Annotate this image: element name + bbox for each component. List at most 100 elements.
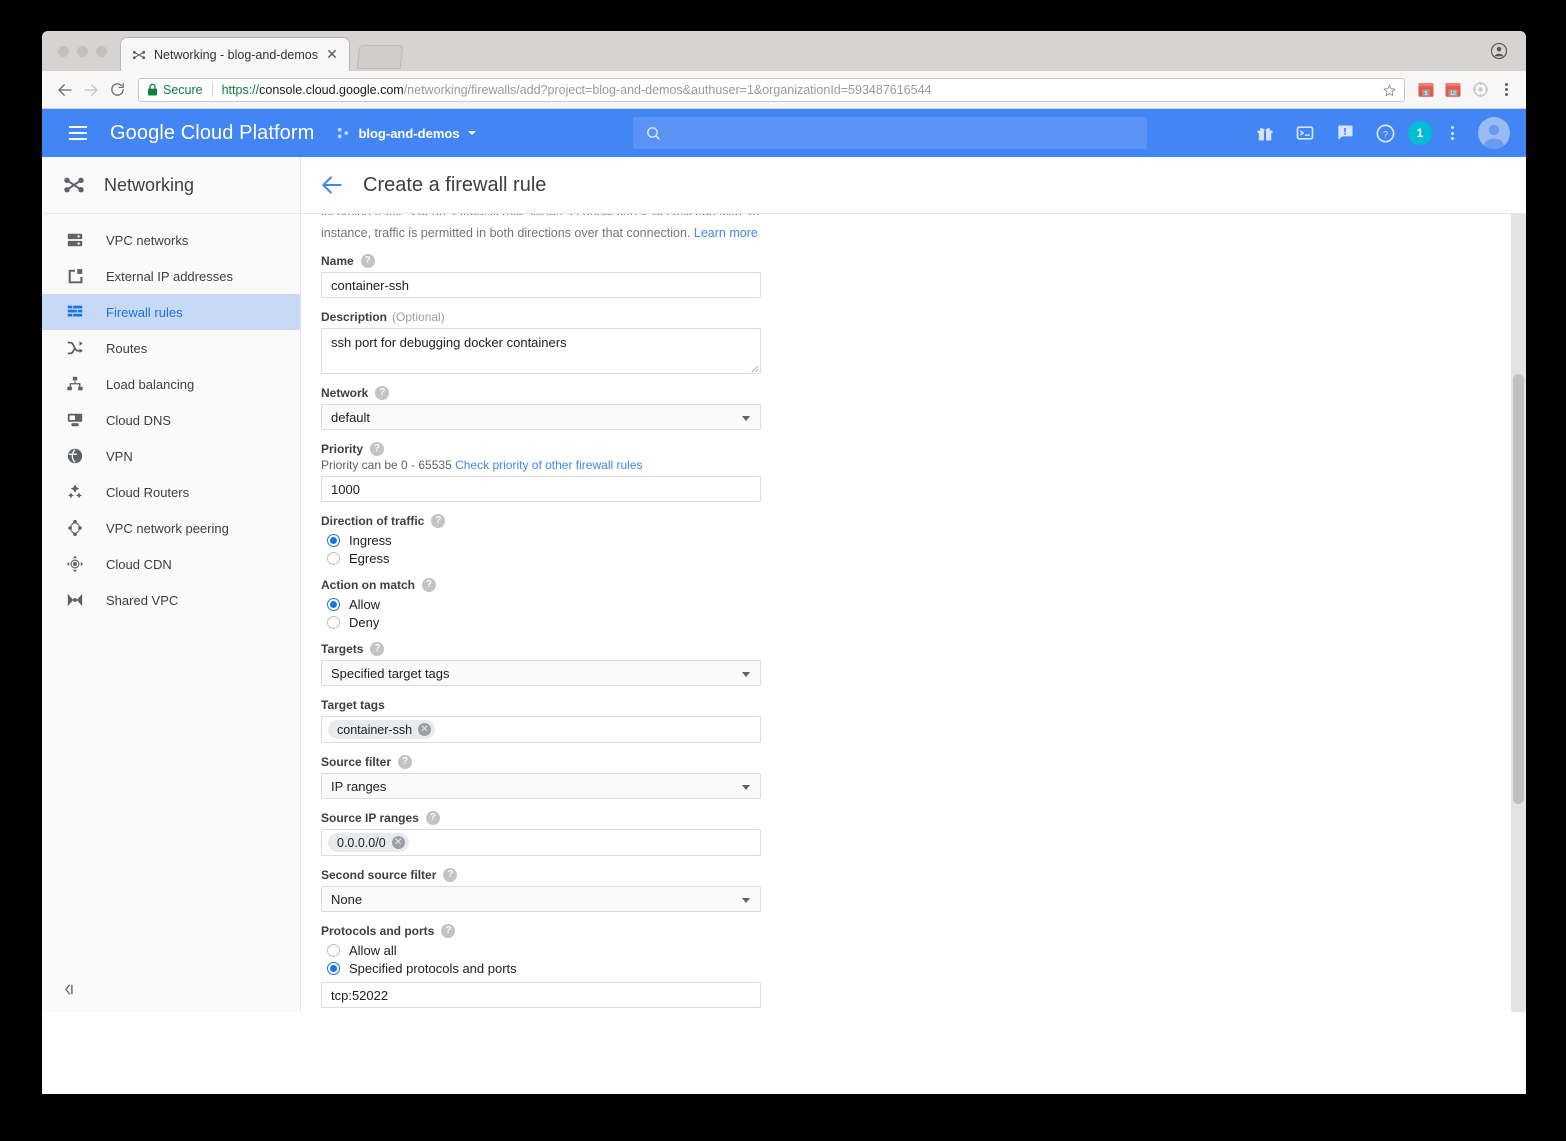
help-circle-icon[interactable]: ? — [360, 254, 375, 268]
radio-option-specified-protocols[interactable]: Specified protocols and ports — [321, 960, 1471, 976]
source-filter-selected-value: IP ranges — [331, 778, 387, 794]
lock-icon — [147, 83, 158, 96]
help-circle-icon[interactable]: ? — [425, 811, 440, 825]
sidebar-item-shared-vpc[interactable]: Shared VPC — [42, 582, 300, 618]
back-button[interactable] — [52, 77, 78, 103]
cloud-shell-icon[interactable] — [1288, 116, 1322, 150]
window-minimize-button[interactable] — [77, 46, 88, 57]
second-source-filter-selected-value: None — [331, 891, 363, 907]
reload-button[interactable] — [104, 77, 130, 103]
address-bar[interactable]: Secure https://console.cloud.google.com/… — [138, 77, 1405, 103]
field-targets: Targets ? Specified target tags — [321, 642, 1471, 686]
vertical-kebab-icon[interactable] — [1438, 126, 1466, 140]
calendar-extension-5-icon[interactable]: 5 — [1414, 78, 1438, 102]
second-source-filter-label: Second source filter — [321, 868, 437, 882]
networking-product-icon — [60, 171, 88, 199]
sidebar-item-vpn[interactable]: VPN — [42, 438, 300, 474]
check-priority-link[interactable]: Check priority of other firewall rules — [455, 458, 642, 472]
bookmark-star-icon[interactable] — [1382, 83, 1397, 103]
radio-option-deny[interactable]: Deny — [321, 614, 1471, 630]
help-circle-icon[interactable]: ? — [431, 514, 446, 528]
external-ip-icon — [64, 265, 86, 287]
back-arrow-icon[interactable] — [319, 172, 345, 198]
sidebar-item-firewall-rules[interactable]: Firewall rules — [42, 294, 300, 330]
chip-remove-icon[interactable]: ✕ — [391, 836, 405, 849]
gift-icon[interactable] — [1248, 116, 1282, 150]
source-filter-select[interactable]: IP ranges — [321, 773, 761, 799]
cloud-dns-icon — [64, 409, 86, 431]
calendar-extension-12-icon[interactable]: 12 — [1441, 78, 1465, 102]
vpn-icon — [64, 445, 86, 467]
radio-label: Specified protocols and ports — [349, 960, 517, 976]
description-input[interactable]: ssh port for debugging docker containers — [321, 328, 761, 374]
help-icon[interactable]: ? — [1368, 116, 1402, 150]
window-zoom-button[interactable] — [96, 46, 107, 57]
sidebar-item-cloud-cdn[interactable]: Cloud CDN — [42, 546, 300, 582]
user-avatar-icon[interactable] — [1478, 117, 1510, 149]
network-selected-value: default — [331, 409, 371, 425]
sidebar-item-vpc-networks[interactable]: VPC networks — [42, 222, 300, 258]
network-label: Network — [321, 386, 369, 400]
feedback-icon[interactable] — [1328, 116, 1362, 150]
help-circle-icon[interactable]: ? — [375, 386, 390, 400]
gcp-header-actions: ? 1 — [1248, 109, 1510, 157]
chip-remove-icon[interactable]: ✕ — [418, 723, 432, 736]
help-circle-icon[interactable]: ? — [422, 578, 437, 592]
content-scrollbar[interactable] — [1511, 214, 1526, 1012]
forward-arrow-icon — [84, 83, 98, 96]
second-source-filter-select[interactable]: None — [321, 886, 761, 912]
browser-tab[interactable]: Networking - blog-and-demos ✕ — [120, 37, 350, 71]
radio-option-allow-all[interactable]: Allow all — [321, 942, 1471, 958]
hamburger-menu-icon[interactable] — [54, 109, 102, 157]
radio-label: Deny — [349, 614, 380, 630]
project-selector[interactable]: blog-and-demos — [336, 126, 476, 141]
help-circle-icon[interactable]: ? — [370, 442, 385, 456]
help-circle-icon[interactable]: ? — [443, 868, 458, 882]
help-circle-icon[interactable]: ? — [370, 642, 385, 656]
sidebar-item-cloud-routers[interactable]: Cloud Routers — [42, 474, 300, 510]
chevron-down-icon — [742, 785, 750, 790]
protocols-ports-input[interactable] — [321, 982, 761, 1008]
learn-more-link[interactable]: Learn more — [694, 226, 758, 240]
description-label: Description — [321, 310, 388, 324]
target-tags-input[interactable]: container-ssh ✕ — [321, 716, 761, 743]
source-ip-ranges-input[interactable]: 0.0.0.0/0 ✕ — [321, 829, 761, 856]
url-host: console.cloud.google.com — [259, 82, 404, 97]
window-traffic-lights — [58, 46, 107, 57]
scrollbar-thumb[interactable] — [1513, 374, 1524, 804]
close-icon[interactable]: ✕ — [325, 47, 339, 62]
sidebar-item-cloud-dns[interactable]: Cloud DNS — [42, 402, 300, 438]
radio-option-ingress[interactable]: Ingress — [321, 532, 1471, 548]
network-select[interactable]: default — [321, 404, 761, 430]
field-label: Protocols and ports ? — [321, 924, 1471, 938]
radio-label: Allow — [349, 596, 381, 612]
sidebar-item-label: Cloud CDN — [106, 556, 172, 572]
sidebar-item-load-balancing[interactable]: Load balancing — [42, 366, 300, 402]
gcp-brand[interactable]: Google Cloud Platform — [110, 122, 314, 145]
new-tab-button[interactable] — [356, 45, 404, 69]
browser-profile-icon[interactable] — [1490, 42, 1508, 60]
forward-button[interactable] — [78, 77, 104, 103]
radio-option-allow[interactable]: Allow — [321, 596, 1471, 612]
notification-count-badge[interactable]: 1 — [1408, 121, 1432, 145]
help-circle-icon[interactable]: ? — [441, 924, 456, 938]
chrome-menu-kebab-icon[interactable] — [1496, 83, 1516, 96]
sidebar-item-vpc-network-peering[interactable]: VPC network peering — [42, 510, 300, 546]
settings-extension-icon[interactable] — [1468, 78, 1492, 102]
gcp-search-box[interactable] — [633, 117, 1147, 149]
search-icon — [647, 126, 660, 140]
intro-clipped-line: incoming traffic, set up a firewall rule… — [321, 214, 761, 215]
calendar-badge-12: 12 — [1450, 90, 1456, 96]
collapse-panel-icon[interactable] — [60, 981, 77, 998]
radio-option-egress[interactable]: Egress — [321, 550, 1471, 566]
targets-select[interactable]: Specified target tags — [321, 660, 761, 686]
sidebar-item-routes[interactable]: Routes — [42, 330, 300, 366]
field-source-filter: Source filter ? IP ranges — [321, 755, 1471, 799]
search-input[interactable] — [672, 124, 1135, 142]
help-circle-icon[interactable]: ? — [398, 755, 413, 769]
window-close-button[interactable] — [58, 46, 69, 57]
chevron-down-icon — [467, 131, 476, 135]
name-input[interactable] — [321, 272, 761, 298]
sidebar-item-external-ip-addresses[interactable]: External IP addresses — [42, 258, 300, 294]
priority-input[interactable] — [321, 476, 761, 502]
